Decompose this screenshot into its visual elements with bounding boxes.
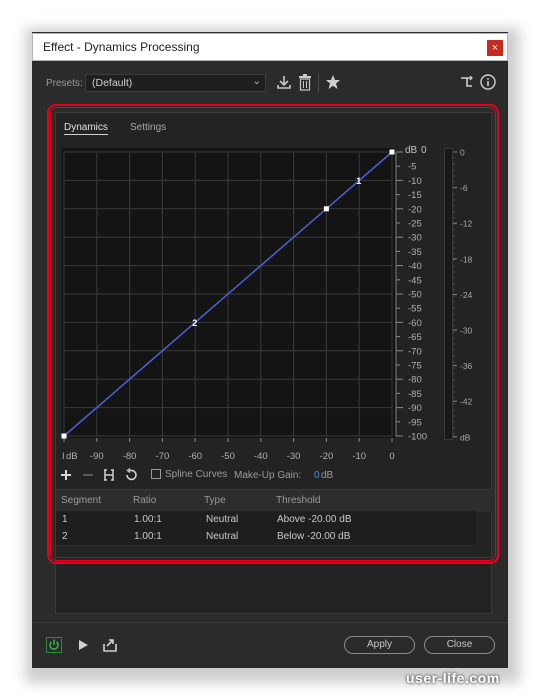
footer-divider	[32, 622, 508, 623]
highlight-frame-inner	[50, 107, 496, 561]
play-icon[interactable]	[77, 639, 89, 651]
power-icon	[49, 639, 59, 650]
apply-button[interactable]: Apply	[344, 636, 415, 654]
close-button[interactable]: Close	[424, 636, 495, 654]
power-toggle[interactable]	[46, 637, 62, 653]
watermark: user-life.com	[406, 670, 500, 686]
export-icon[interactable]	[103, 638, 117, 652]
